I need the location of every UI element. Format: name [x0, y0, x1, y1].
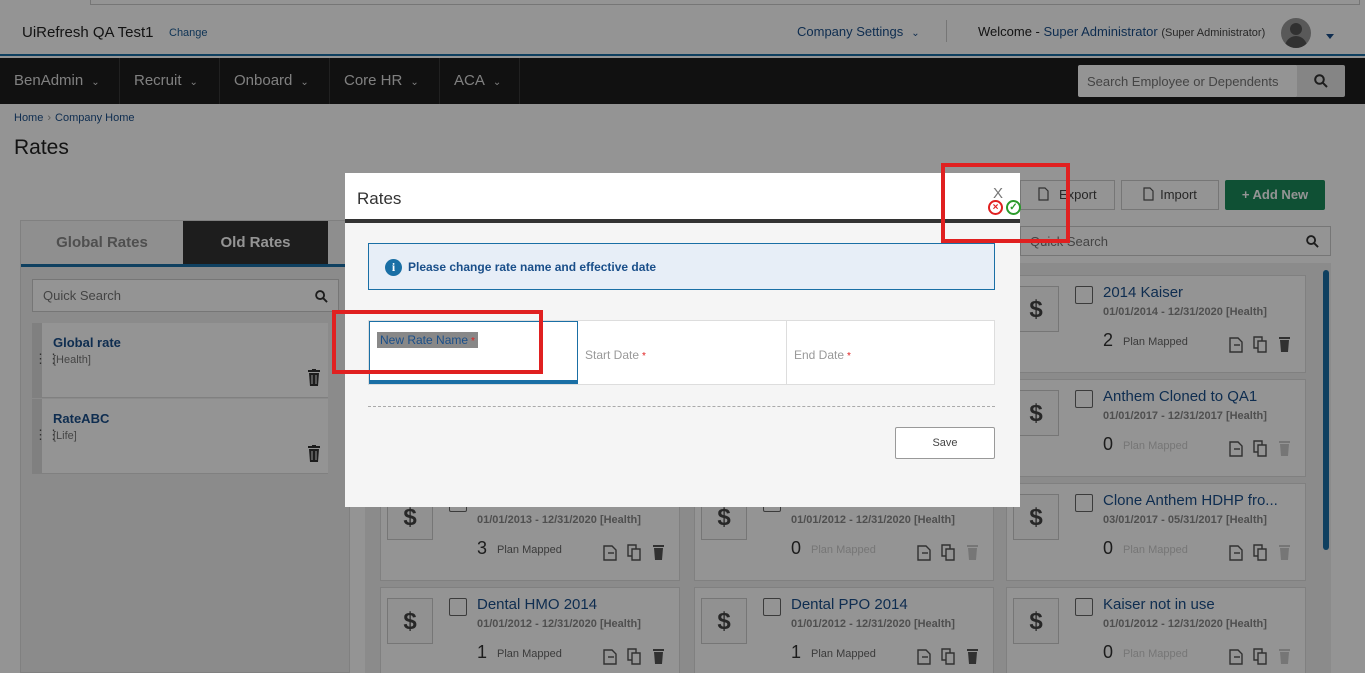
info-text: Please change rate name and effective da… [408, 260, 657, 274]
info-banner: i Please change rate name and effective … [368, 243, 995, 290]
required-marker: * [642, 351, 646, 362]
modal-title: Rates [357, 189, 402, 208]
field-label-text: End Date [794, 348, 845, 362]
modal-header: Rates X [345, 173, 1020, 223]
annotation-highlight-close [941, 163, 1070, 243]
end-date-label: End Date * [794, 348, 851, 362]
start-date-field[interactable]: Start Date * [578, 321, 787, 384]
save-button[interactable]: Save [895, 427, 995, 459]
info-icon: i [385, 259, 402, 276]
required-marker: * [847, 351, 851, 362]
annotation-highlight-name-field [332, 310, 543, 374]
start-date-label: Start Date * [585, 348, 646, 362]
end-date-field[interactable]: End Date * [787, 321, 994, 384]
field-label-text: Start Date [585, 348, 640, 362]
divider [368, 406, 995, 407]
